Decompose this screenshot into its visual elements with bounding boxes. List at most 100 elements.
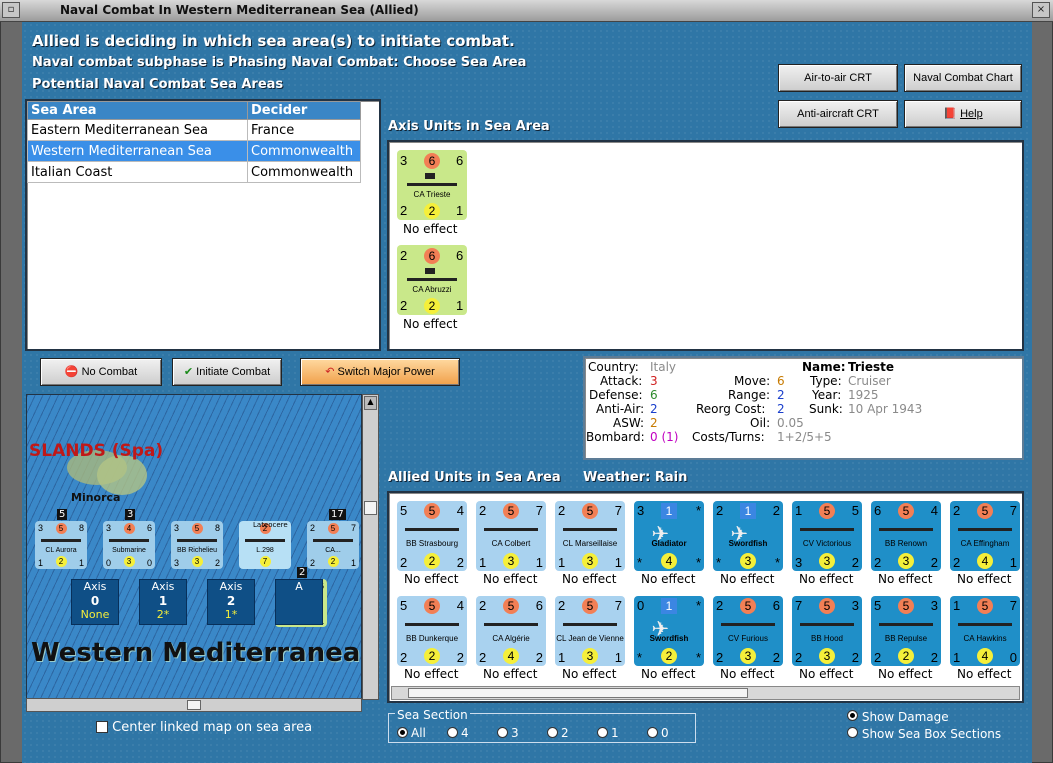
sea-box[interactable]: Axis 0 None <box>71 579 119 625</box>
radio-dot[interactable] <box>547 727 558 738</box>
unit-stat: 6 <box>424 248 440 264</box>
radio-dot[interactable] <box>647 727 658 738</box>
map-vscrollbar[interactable]: ▲ <box>362 394 379 700</box>
unit-counter[interactable]: 5 5 4 BB Strasbourg 2 2 2 <box>397 501 467 571</box>
unit-counter[interactable]: 2 5 6 CA Algérie 2 4 2 <box>476 596 546 666</box>
allied-scrollbar[interactable] <box>391 686 1020 700</box>
unit-counter[interactable]: 2 5 7 CA... 2 2 1 <box>307 521 359 569</box>
unit-counter[interactable]: 6 5 4 BB Renown 2 3 2 <box>871 501 941 571</box>
anti-aircraft-crt-button[interactable]: Anti-aircraft CRT <box>778 100 898 128</box>
sea-box[interactable]: A <box>275 579 323 625</box>
unit-counter[interactable]: 5 5 4 BB Dunkerque 2 2 2 <box>397 596 467 666</box>
weather-label: Weather: Rain <box>583 470 688 485</box>
unit-stat: 7 <box>350 523 356 533</box>
unit-stat: * <box>695 503 701 518</box>
show-sections-radio[interactable]: Show Sea Box Sections <box>847 727 1001 741</box>
naval-combat-chart-button[interactable]: Naval Combat Chart <box>904 64 1022 92</box>
unit-stat: 2 <box>479 598 487 613</box>
unit-name: CA Abruzzi <box>412 285 452 294</box>
unit-stat: 1 <box>740 503 756 519</box>
system-menu-icon[interactable]: ▫ <box>2 2 20 18</box>
unit-counter[interactable]: 2 5 7 CL Jean de Vienne 1 3 1 <box>555 596 625 666</box>
unit-stat: 3 <box>740 648 756 664</box>
unit-counter[interactable]: 1 5 5 CV Victorious 3 3 2 <box>792 501 862 571</box>
unit-counter[interactable]: 3 5 8 BB Richelieu 3 3 2 <box>171 521 223 569</box>
unit-counter[interactable]: 0 1 * ✈ Swordfish * 2 * <box>634 596 704 666</box>
unit-counter[interactable]: 1 5 7 CA Hawkins 1 4 0 <box>950 596 1020 666</box>
unit-stat: 1 <box>661 503 677 519</box>
radio-dot[interactable] <box>447 727 458 738</box>
unit-effect: No effect <box>957 667 1012 681</box>
no-combat-button[interactable]: ⛔ No Combat <box>40 358 162 386</box>
radio-dot[interactable] <box>397 727 408 738</box>
linked-map[interactable]: SLANDS (Spa) Minorca 3 5 8 CL Aurora 1 2 1 5 3 4 6… <box>26 394 362 700</box>
unit-counter[interactable]: 2 6 6 CA Abruzzi 2 2 1 <box>397 245 467 315</box>
scrollbar-thumb[interactable] <box>408 688 748 698</box>
name-value: Trieste <box>848 360 895 374</box>
radio-dot[interactable] <box>847 727 858 738</box>
map-hscrollbar[interactable] <box>26 698 362 712</box>
unit-counter[interactable]: 7 5 3 BB Hood 2 3 2 <box>792 596 862 666</box>
unit-stat: 3 <box>795 555 803 570</box>
unit-counter[interactable]: 2 5 7 CL Marseillaise 1 3 1 <box>555 501 625 571</box>
col-decider[interactable]: Decider <box>247 101 361 120</box>
unit-stat: 2 <box>424 203 440 219</box>
radio-dot[interactable] <box>597 727 608 738</box>
unit-stat: * <box>637 555 643 570</box>
checkbox-box[interactable] <box>96 721 108 733</box>
help-button[interactable]: 📕 Help <box>904 100 1022 128</box>
warship-icon <box>800 622 854 626</box>
air-to-air-crt-button[interactable]: Air-to-air CRT <box>778 64 898 92</box>
anti-air-label: Anti-Air: <box>596 402 645 416</box>
unit-effect: No effect <box>562 572 617 586</box>
unit-counter[interactable]: 3 6 6 CA Trieste 2 2 1 <box>397 150 467 220</box>
sea-section-option[interactable]: 3 <box>497 726 519 740</box>
table-row[interactable]: Western Mediterranean Sea Commonwealth <box>27 140 361 162</box>
decider-cell: France <box>247 119 361 141</box>
col-sea-area[interactable]: Sea Area <box>27 101 248 120</box>
type-label: Type: <box>810 374 842 388</box>
cruiser-icon <box>407 268 457 281</box>
unit-counter[interactable]: 3 1 * ✈ Gladiator * 4 * <box>634 501 704 571</box>
sea-box[interactable]: Axis 1 2* <box>139 579 187 625</box>
unit-stat: 5 <box>400 598 408 613</box>
table-row[interactable]: Eastern Mediterranean Sea France <box>27 119 361 141</box>
unit-name: CA Colbert <box>491 538 531 548</box>
center-map-checkbox[interactable]: Center linked map on sea area <box>96 720 312 735</box>
unit-stat: 2 <box>661 648 677 664</box>
unit-counter[interactable]: 5 5 3 BB Repulse 2 2 2 <box>871 596 941 666</box>
unit-stat: 1 <box>38 558 44 568</box>
scrollbar-thumb[interactable] <box>187 700 201 710</box>
unit-counter[interactable]: 3 4 6 Submarine 0 3 0 <box>103 521 155 569</box>
close-icon[interactable]: × <box>1032 2 1050 18</box>
warship-icon <box>245 539 285 543</box>
sea-section-label: 1 <box>611 726 619 740</box>
unit-stat: 2 <box>424 553 440 569</box>
sea-section-option[interactable]: 4 <box>447 726 469 740</box>
sea-section-option[interactable]: 2 <box>547 726 569 740</box>
sea-box[interactable]: Axis 2 1* <box>207 579 255 625</box>
initiate-combat-button[interactable]: ✔ Initiate Combat <box>172 358 282 386</box>
table-row[interactable]: Italian Coast Commonwealth <box>27 161 361 183</box>
show-damage-radio[interactable]: Show Damage <box>847 710 949 724</box>
switch-major-power-button[interactable]: ↶ Switch Major Power <box>300 358 460 386</box>
unit-counter[interactable]: 2 5 6 CV Furious 2 3 2 <box>713 596 783 666</box>
unit-stat: 3 <box>898 553 914 569</box>
scroll-up-icon[interactable]: ▲ <box>364 396 377 410</box>
unit-counter[interactable]: 3 5 8 CL Aurora 1 2 1 <box>35 521 87 569</box>
unit-name: CL Jean de Vienne <box>556 633 624 643</box>
unit-stat: 6 <box>146 523 152 533</box>
sea-section-option[interactable]: 0 <box>647 726 669 740</box>
unit-counter[interactable]: 2 1 2 ✈ Swordfish * 3 * <box>713 501 783 571</box>
radio-dot[interactable] <box>497 727 508 738</box>
unit-stat: 3 <box>819 648 835 664</box>
sea-section-option[interactable]: 1 <box>597 726 619 740</box>
unit-effect: No effect <box>720 572 775 586</box>
radio-dot[interactable] <box>847 710 858 721</box>
sea-section-option[interactable]: All <box>397 726 426 740</box>
unit-counter[interactable]: 2 5 7 CA Colbert 1 3 1 <box>476 501 546 571</box>
unit-counter[interactable]: 2 5 7 CA Effingham 2 4 1 <box>950 501 1020 571</box>
unit-stat: 3 <box>819 553 835 569</box>
unit-stat: 6 <box>772 598 780 613</box>
scrollbar-thumb[interactable] <box>364 501 377 515</box>
